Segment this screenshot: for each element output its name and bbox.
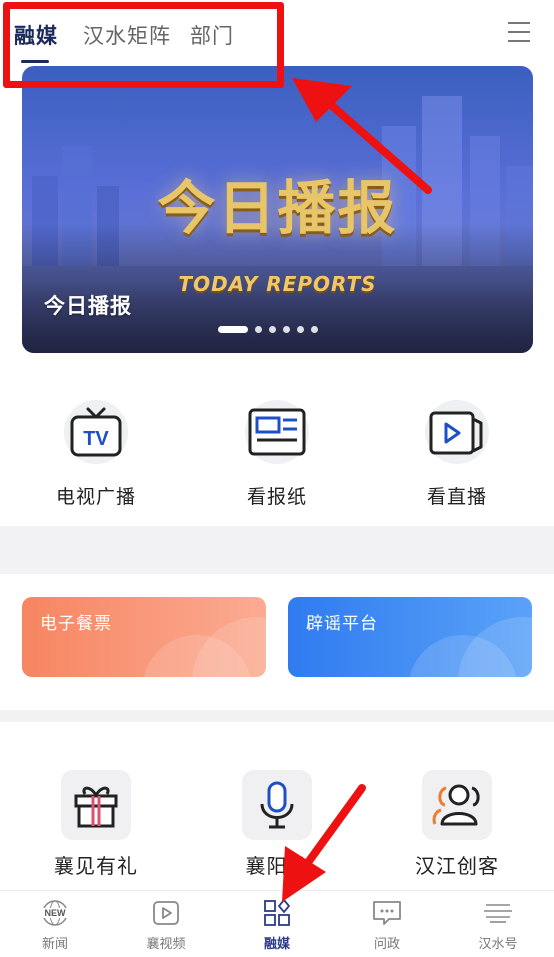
grid-icon — [237, 899, 317, 927]
nav-wenzheng[interactable]: 问政 — [347, 899, 427, 952]
carousel-dot[interactable] — [269, 325, 276, 333]
chat-icon — [347, 899, 427, 927]
live-play-icon — [425, 400, 489, 464]
tv-icon: TV — [64, 400, 128, 464]
lines-icon — [458, 899, 538, 927]
nav-label-wenzheng: 问政 — [373, 937, 400, 952]
carousel-dot[interactable] — [283, 325, 290, 333]
service-label-hanjiang-maker: 汉江创客 — [415, 854, 499, 878]
service-hanjiang-maker[interactable]: 汉江创客 — [387, 770, 527, 879]
hamburger-menu-icon[interactable] — [508, 22, 530, 44]
card-rumor-platform[interactable]: 辟谣平台 — [288, 597, 532, 677]
carousel-dot[interactable] — [311, 325, 318, 333]
service-gift[interactable]: 襄见有礼 — [26, 770, 166, 879]
nav-label-news: 新闻 — [41, 937, 68, 952]
carousel-dot[interactable] — [297, 325, 304, 333]
svg-text:TV: TV — [83, 428, 109, 450]
media-live[interactable]: 看直播 — [397, 400, 517, 509]
carousel-dot-active[interactable] — [218, 325, 248, 333]
media-label-tv: 电视广播 — [55, 486, 136, 508]
annotation-highlight-box — [3, 2, 284, 88]
bottom-navigation: NEW 新闻 襄视频 融媒 问政 汉水号 — [0, 890, 554, 957]
video-icon — [126, 899, 206, 927]
nav-hanshui-hao[interactable]: 汉水号 — [458, 899, 538, 952]
newspaper-icon — [245, 400, 309, 464]
carousel-dots[interactable] — [218, 325, 318, 333]
nav-rongmei[interactable]: 融媒 — [237, 899, 317, 952]
gift-icon — [61, 770, 131, 840]
banner-carousel[interactable]: 今日播报 TODAY REPORTS 今日播报 — [22, 66, 533, 353]
card-label-rumor: 辟谣平台 — [306, 614, 378, 634]
media-newspaper[interactable]: 看报纸 — [217, 400, 337, 509]
section-divider — [0, 537, 554, 563]
nav-label-rongmei: 融媒 — [263, 937, 290, 952]
app-screen: 融媒 汉水矩阵 部门 今日播报 TODAY REPORTS 今日播报 TV 电视… — [0, 0, 554, 957]
svg-text:NEW: NEW — [45, 908, 67, 918]
media-label-live: 看直播 — [426, 486, 487, 508]
nav-news[interactable]: NEW 新闻 — [15, 899, 95, 952]
carousel-dot[interactable] — [255, 325, 262, 333]
service-label-xiangyang-fa: 襄阳发 — [245, 854, 309, 878]
nav-video[interactable]: 襄视频 — [126, 899, 206, 952]
nav-label-hanshui-hao: 汉水号 — [478, 937, 518, 952]
card-decoration — [192, 617, 266, 677]
card-label-meal-ticket: 电子餐票 — [40, 614, 112, 634]
media-tv-broadcast[interactable]: TV 电视广播 — [36, 400, 156, 509]
news-icon: NEW — [15, 899, 95, 927]
card-e-meal-ticket[interactable]: 电子餐票 — [22, 597, 266, 677]
banner-caption: 今日播报 — [44, 294, 132, 318]
media-label-newspaper: 看报纸 — [246, 486, 307, 508]
banner-title-graphic: 今日播报 — [157, 174, 398, 242]
microphone-icon — [242, 770, 312, 840]
service-label-gift: 襄见有礼 — [54, 854, 138, 878]
users-icon — [422, 770, 492, 840]
service-xiangyang-fa[interactable]: 襄阳发 — [207, 770, 347, 879]
card-decoration — [458, 617, 532, 677]
nav-label-video: 襄视频 — [146, 937, 186, 952]
